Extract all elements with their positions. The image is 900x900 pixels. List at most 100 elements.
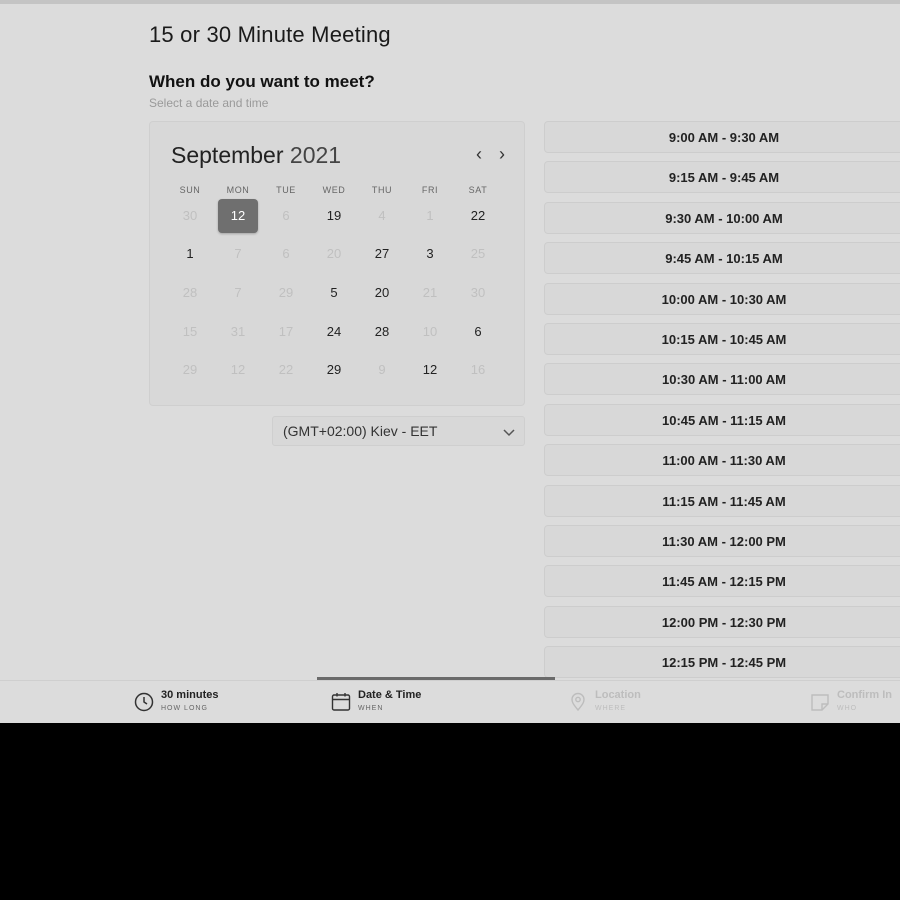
weekday-label: MON [226, 185, 250, 195]
calendar-day: 17 [278, 324, 294, 339]
time-slot-button[interactable]: 11:45 AM - 12:15 PM [544, 565, 900, 598]
timezone-select[interactable]: (GMT+02:00) Kiev - EET [272, 416, 525, 446]
calendar-day: 22 [278, 362, 294, 377]
time-slot-button[interactable]: 10:00 AM - 10:30 AM [544, 282, 900, 315]
calendar-day-selected[interactable]: 12 [218, 199, 258, 233]
calendar-day: 6 [282, 208, 290, 223]
calendar-day: 15 [182, 324, 198, 339]
time-slot-label: 10:00 AM - 10:30 AM [661, 291, 787, 307]
time-slot-label: 9:30 AM - 10:00 AM [665, 210, 783, 226]
calendar-day: 10 [422, 324, 438, 339]
time-slot-button[interactable]: 9:30 AM - 10:00 AM [544, 201, 900, 234]
section-subtitle: Select a date and time [149, 96, 269, 110]
calendar-day[interactable]: 1 [170, 237, 210, 271]
time-slot-button[interactable]: 11:15 AM - 11:45 AM [544, 484, 900, 517]
weekday-label: FRI [421, 185, 439, 195]
calendar-day: 16 [470, 362, 486, 377]
calendar-day: 28 [182, 285, 198, 300]
time-slot-label: 9:00 AM - 9:30 AM [668, 130, 780, 145]
calendar-widget: September 2021 ‹ › SUN MON TUE WED THU FRI SAT… [149, 121, 525, 406]
step-sublabel: WHEN [358, 705, 384, 712]
time-slot-button[interactable]: 11:30 AM - 12:00 PM [544, 525, 900, 557]
calendar-year: 2021 [289, 142, 342, 168]
calendar-day: 20 [326, 246, 342, 261]
calendar-day[interactable]: 6 [458, 315, 498, 349]
calendar-month-year: September 2021 [171, 142, 341, 169]
time-slot-button[interactable]: 9:45 AM - 10:15 AM [544, 242, 900, 275]
weekday-label: SUN [179, 185, 201, 195]
chevron-right-icon: › [499, 144, 505, 164]
calendar-day: 7 [234, 285, 242, 300]
time-slot-label: 11:45 AM - 12:15 PM [662, 574, 786, 590]
calendar-day[interactable]: 20 [362, 276, 402, 310]
time-slot-button[interactable]: 9:15 AM - 9:45 AM [544, 161, 900, 194]
time-slot-label: 10:45 AM - 11:15 AM [661, 412, 787, 428]
calendar-day: 21 [422, 285, 438, 300]
time-slot-label: 11:15 AM - 11:45 AM [662, 493, 786, 509]
calendar-day: 4 [378, 208, 386, 223]
calendar-day[interactable]: 3 [410, 237, 450, 271]
step-label: Location [595, 689, 641, 701]
chevron-down-icon [503, 429, 515, 437]
time-slot-label: 10:15 AM - 10:45 AM [661, 332, 787, 347]
calendar-day: 7 [234, 246, 242, 261]
time-slot-button[interactable]: 12:00 PM - 12:30 PM [544, 605, 900, 638]
calendar-day: 9 [378, 362, 386, 377]
calendar-day[interactable]: 27 [362, 237, 402, 271]
calendar-day: 12 [230, 362, 246, 377]
next-month-button[interactable]: › [494, 144, 510, 165]
step-sublabel: WHO [837, 705, 858, 712]
time-slot-button[interactable]: 9:00 AM - 9:30 AM [544, 121, 900, 153]
time-slot-button[interactable]: 10:30 AM - 11:00 AM [544, 363, 900, 396]
step-sublabel: WHERE [595, 705, 627, 712]
step-label: 30 minutes [161, 689, 219, 701]
step-label: Date & Time [358, 689, 422, 701]
prev-month-button[interactable]: ‹ [471, 144, 487, 165]
weekday-label: WED [322, 185, 346, 195]
time-slot-label: 9:45 AM - 10:15 AM [665, 251, 783, 267]
empty-area [0, 723, 900, 900]
time-slot-label: 12:00 PM - 12:30 PM [661, 614, 787, 630]
calendar-month: September [171, 142, 284, 168]
step-label: Confirm In [837, 689, 892, 701]
calendar-day[interactable]: 28 [362, 315, 402, 349]
calendar-day: 30 [182, 208, 198, 223]
timezone-value: (GMT+02:00) Kiev - EET [283, 423, 438, 439]
time-slot-button[interactable]: 10:15 AM - 10:45 AM [544, 323, 900, 355]
step-sublabel: HOW LONG [161, 705, 208, 712]
calendar-day: 31 [230, 324, 246, 339]
weekday-label: TUE [276, 185, 296, 195]
chevron-left-icon: ‹ [476, 144, 482, 164]
time-slot-label: 10:30 AM - 11:00 AM [661, 372, 787, 388]
calendar-icon [331, 693, 351, 711]
note-icon [811, 694, 829, 711]
calendar-day: 29 [182, 362, 198, 377]
weekday-label: SAT [468, 185, 488, 195]
location-pin-icon [571, 692, 585, 712]
calendar-day[interactable]: 24 [314, 315, 354, 349]
time-slot-button[interactable]: 11:00 AM - 11:30 AM [544, 444, 900, 477]
calendar-day[interactable]: 29 [314, 353, 354, 387]
clock-icon [134, 692, 154, 712]
time-slot-label: 12:15 PM - 12:45 PM [661, 655, 787, 671]
calendar-day[interactable]: 19 [314, 199, 354, 233]
time-slot-label: 11:00 AM - 11:30 AM [662, 453, 786, 469]
calendar-day: 29 [278, 285, 294, 300]
booking-page: 15 or 30 Minute Meeting When do you want… [0, 0, 900, 723]
calendar-day: 6 [282, 246, 290, 261]
weekday-label: THU [371, 185, 393, 195]
calendar-day[interactable]: 12 [410, 353, 450, 387]
calendar-day[interactable]: 22 [458, 199, 498, 233]
calendar-day: 25 [470, 246, 486, 261]
page-title: 15 or 30 Minute Meeting [149, 22, 391, 47]
time-slot-label: 11:30 AM - 12:00 PM [662, 534, 786, 549]
time-slot-button[interactable]: 12:15 PM - 12:45 PM [544, 646, 900, 679]
calendar-day[interactable]: 5 [314, 276, 354, 310]
calendar-day: 30 [470, 285, 486, 300]
time-slot-label: 9:15 AM - 9:45 AM [668, 170, 780, 186]
time-slot-button[interactable]: 10:45 AM - 11:15 AM [544, 403, 900, 436]
top-border [0, 0, 900, 4]
section-heading: When do you want to meet? [149, 72, 375, 91]
calendar-day: 1 [426, 208, 434, 223]
step-bar: 30 minutes HOW LONG Date & Time WHEN Loc… [0, 680, 900, 723]
